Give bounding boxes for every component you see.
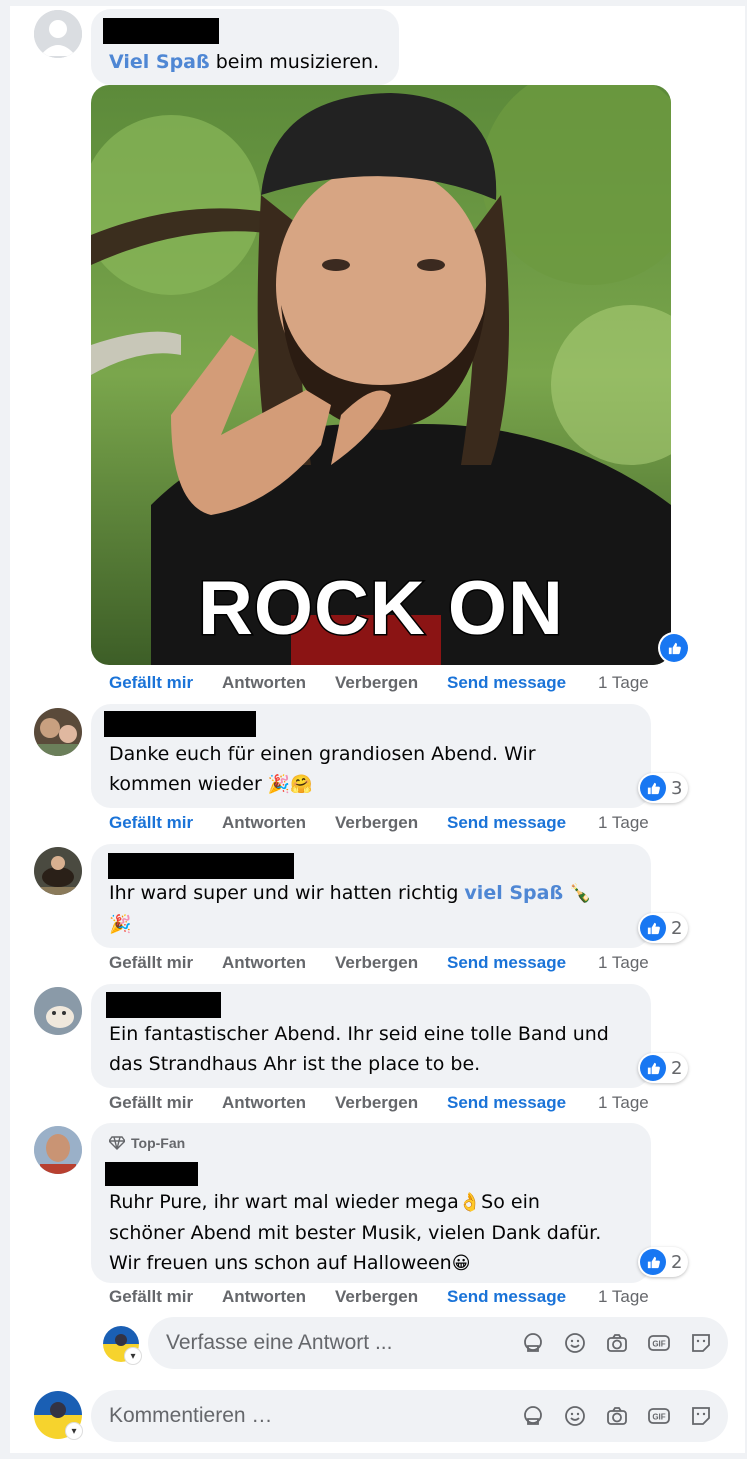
thumbs-up-icon (668, 642, 681, 654)
champagne-emoji: 🍾 (569, 883, 592, 904)
avatar-sticker-icon[interactable] (518, 1401, 548, 1431)
comment-text: Viel Spaß beim musizieren. (109, 51, 380, 73)
gif-caption: ROCK ON (197, 565, 565, 653)
thumbs-up-icon (647, 782, 660, 794)
hide-button[interactable]: Verbergen (335, 813, 418, 833)
default-avatar-icon (34, 10, 82, 58)
hide-button[interactable]: Verbergen (335, 1287, 418, 1307)
reaction-count[interactable]: 2 (638, 1053, 689, 1083)
gif-icon[interactable]: GIF (644, 1328, 674, 1358)
avatar-user[interactable] (34, 987, 82, 1035)
party-hug-emoji: 🎉🤗 (267, 774, 313, 795)
avatar-sticker-icon[interactable] (518, 1328, 548, 1358)
avatar-user[interactable] (34, 1126, 82, 1174)
gif-image[interactable]: ROCK ON (91, 85, 671, 665)
comment-actions: Gefällt mir Antworten Verbergen Send mes… (109, 1093, 669, 1117)
svg-text:GIF: GIF (652, 1340, 665, 1349)
comment-actions: Gefällt mir Antworten Verbergen Send mes… (109, 953, 669, 977)
thumbs-up-icon (647, 1062, 660, 1074)
redacted-name (105, 1162, 198, 1186)
timestamp[interactable]: 1 Tage (598, 673, 649, 693)
emoji-icon[interactable] (560, 1328, 590, 1358)
hide-button[interactable]: Verbergen (335, 953, 418, 973)
send-message-button[interactable]: Send message (447, 953, 566, 973)
like-button[interactable]: Gefällt mir (109, 1287, 193, 1307)
send-message-button[interactable]: Send message (447, 813, 566, 833)
hashtag-link[interactable]: viel Spaß (464, 882, 563, 904)
like-button[interactable]: Gefällt mir (109, 813, 193, 833)
reply-button[interactable]: Antworten (222, 813, 306, 833)
send-message-button[interactable]: Send message (447, 673, 566, 693)
redacted-name (108, 853, 294, 879)
comment-bubble: Danke euch für einen grandiosen Abend. W… (91, 704, 651, 808)
comment-text: Ein fantastischer Abend. Ihr seid eine t… (109, 1023, 609, 1075)
reply-button[interactable]: Antworten (222, 673, 306, 693)
reply-button[interactable]: Antworten (222, 1093, 306, 1113)
diamond-icon (109, 1136, 125, 1150)
grinning-emoji: 😀 (451, 1253, 471, 1274)
comments-panel: Viel Spaß beim musizieren. ROCK ON Gefäl… (10, 6, 745, 1453)
redacted-name (104, 711, 256, 737)
user-photo (34, 708, 82, 756)
avatar-default[interactable] (34, 10, 82, 58)
reply-input[interactable]: Verfasse eine Antwort ... GIF (148, 1317, 728, 1369)
reaction-count[interactable]: 3 (638, 773, 689, 803)
avatar-user[interactable] (34, 708, 82, 756)
comment-bubble: Ein fantastischer Abend. Ihr seid eine t… (91, 984, 651, 1088)
gif-icon[interactable]: GIF (644, 1401, 674, 1431)
top-fan-badge: Top-Fan (109, 1135, 185, 1151)
send-message-button[interactable]: Send message (447, 1287, 566, 1307)
comment-tools: GIF (518, 1401, 716, 1431)
redacted-name (106, 992, 221, 1018)
sticker-icon[interactable] (686, 1401, 716, 1431)
chevron-down-icon[interactable]: ▾ (125, 1348, 141, 1364)
timestamp[interactable]: 1 Tage (598, 1287, 649, 1307)
thumbs-up-icon (647, 922, 660, 934)
comment-actions: Gefällt mir Antworten Verbergen Send mes… (109, 1287, 669, 1311)
avatar-user[interactable] (34, 847, 82, 895)
hide-button[interactable]: Verbergen (335, 1093, 418, 1113)
ok-hand-emoji: 👌 (458, 1192, 482, 1213)
like-button[interactable]: Gefällt mir (109, 1093, 193, 1113)
comment-bubble: Ihr ward super und wir hatten richtig vi… (91, 844, 651, 948)
reply-placeholder: Verfasse eine Antwort ... (166, 1331, 393, 1354)
redacted-name (103, 18, 219, 44)
sticker-icon[interactable] (686, 1328, 716, 1358)
comment-actions: Gefällt mir Antworten Verbergen Send mes… (109, 673, 669, 697)
comment-bubble: Top-Fan Ruhr Pure, ihr wart mal wieder m… (91, 1123, 651, 1283)
send-message-button[interactable]: Send message (447, 1093, 566, 1113)
timestamp[interactable]: 1 Tage (598, 813, 649, 833)
reply-button[interactable]: Antworten (222, 953, 306, 973)
comment-bubble: Viel Spaß beim musizieren. (91, 9, 399, 85)
user-photo (34, 1126, 82, 1174)
reply-button[interactable]: Antworten (222, 1287, 306, 1307)
camera-icon[interactable] (602, 1401, 632, 1431)
comment-actions: Gefällt mir Antworten Verbergen Send mes… (109, 813, 669, 837)
user-photo (34, 847, 82, 895)
thumbs-up-icon (647, 1256, 660, 1268)
reply-tools: GIF (518, 1328, 716, 1358)
comment-text: Danke euch für einen grandiosen Abend. W… (109, 739, 536, 800)
hide-button[interactable]: Verbergen (335, 673, 418, 693)
comment-input[interactable]: Kommentieren … GIF (91, 1390, 728, 1442)
svg-text:GIF: GIF (652, 1413, 665, 1422)
camera-icon[interactable] (602, 1328, 632, 1358)
chevron-down-icon[interactable]: ▾ (66, 1423, 82, 1439)
comment-placeholder: Kommentieren … (109, 1404, 273, 1427)
comment-text: Ruhr Pure, ihr wart mal wieder mega👌So e… (109, 1187, 601, 1279)
reaction-count[interactable]: 2 (638, 1247, 689, 1277)
like-button[interactable]: Gefällt mir (109, 673, 193, 693)
comment-text: Ihr ward super und wir hatten richtig vi… (109, 878, 592, 940)
party-emoji: 🎉 (109, 914, 132, 935)
gif-like-reaction[interactable] (658, 632, 690, 664)
hashtag-link[interactable]: Viel Spaß (109, 51, 210, 73)
timestamp[interactable]: 1 Tage (598, 1093, 649, 1113)
user-photo (34, 987, 82, 1035)
reaction-count[interactable]: 2 (638, 913, 689, 943)
timestamp[interactable]: 1 Tage (598, 953, 649, 973)
emoji-icon[interactable] (560, 1401, 590, 1431)
like-button[interactable]: Gefällt mir (109, 953, 193, 973)
